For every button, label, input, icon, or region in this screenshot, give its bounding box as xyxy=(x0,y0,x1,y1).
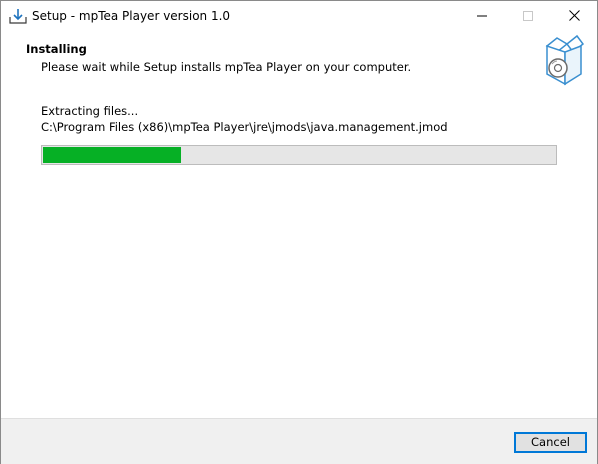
wizard-body: Extracting files... C:\Program Files (x8… xyxy=(1,90,597,410)
maximize-icon xyxy=(523,10,533,24)
progress-fill xyxy=(43,147,181,163)
minimize-icon xyxy=(477,10,487,24)
status-text: Extracting files... xyxy=(41,104,139,118)
installer-download-icon xyxy=(9,8,27,24)
close-button[interactable] xyxy=(551,1,597,32)
wizard-header: Installing Please wait while Setup insta… xyxy=(1,32,597,90)
wizard-footer: Cancel xyxy=(1,418,597,464)
cancel-button[interactable]: Cancel xyxy=(514,432,587,453)
close-icon xyxy=(568,9,580,24)
page-subtitle: Please wait while Setup installs mpTea P… xyxy=(41,60,412,74)
page-title: Installing xyxy=(26,42,87,56)
minimize-button[interactable] xyxy=(459,1,505,32)
maximize-button[interactable] xyxy=(505,1,551,32)
box-with-disc-icon xyxy=(541,34,585,88)
progress-bar xyxy=(41,145,557,165)
setup-window: Setup - mpTea Player version 1.0 Install… xyxy=(0,0,598,464)
window-title: Setup - mpTea Player version 1.0 xyxy=(32,9,231,23)
current-file-path: C:\Program Files (x86)\mpTea Player\jre\… xyxy=(41,120,448,134)
title-bar[interactable]: Setup - mpTea Player version 1.0 xyxy=(1,1,597,32)
